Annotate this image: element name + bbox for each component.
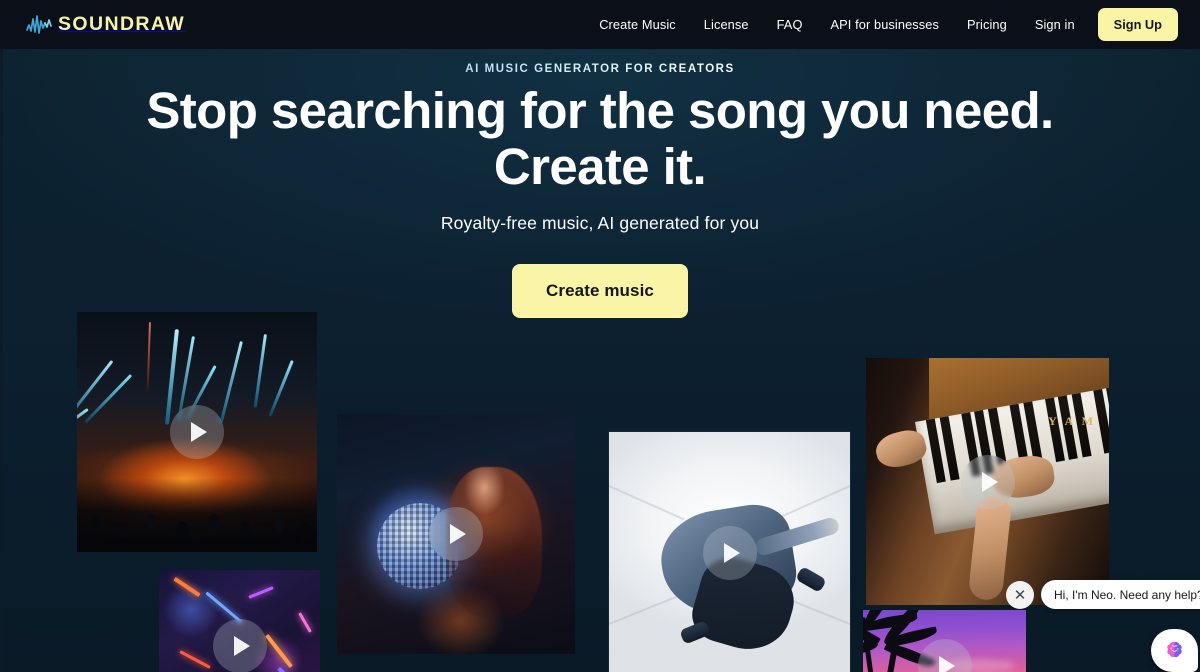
chat-greeting-text: Hi, I'm Neo. Need any help? bbox=[1054, 587, 1200, 602]
disco-ball-video-card[interactable] bbox=[337, 414, 575, 654]
play-icon[interactable] bbox=[429, 507, 483, 561]
concert-laser-video-card[interactable] bbox=[77, 312, 317, 552]
chat-greeting-bubble[interactable]: Hi, I'm Neo. Need any help? bbox=[1041, 580, 1200, 609]
hero-section: AI MUSIC GENERATOR FOR CREATORS Stop sea… bbox=[0, 49, 1200, 672]
site-header: SOUNDRAW Create Music License FAQ API fo… bbox=[0, 0, 1200, 49]
breakdancer-video-card[interactable] bbox=[609, 432, 850, 672]
nav-link-create-music[interactable]: Create Music bbox=[585, 11, 690, 38]
headline-line-1: Stop searching for the song you need. bbox=[146, 82, 1054, 139]
pianist-hand bbox=[872, 426, 930, 472]
nav-link-pricing[interactable]: Pricing bbox=[953, 11, 1021, 38]
play-icon[interactable] bbox=[212, 618, 267, 672]
nav-link-license[interactable]: License bbox=[690, 11, 763, 38]
dancer-shoe bbox=[795, 565, 827, 593]
waveform-icon bbox=[26, 14, 52, 34]
logo-text: SOUNDRAW bbox=[58, 12, 186, 35]
nav-link-faq[interactable]: FAQ bbox=[763, 11, 817, 38]
nav-link-sign-in[interactable]: Sign in bbox=[1021, 11, 1089, 38]
page-root: SOUNDRAW Create Music License FAQ API fo… bbox=[0, 0, 1200, 672]
hero-eyebrow: AI MUSIC GENERATOR FOR CREATORS bbox=[0, 63, 1200, 75]
create-music-button[interactable]: Create music bbox=[512, 264, 688, 318]
main-nav: Create Music License FAQ API for busines… bbox=[585, 8, 1178, 41]
hero-subheadline: Royalty-free music, AI generated for you bbox=[440, 213, 760, 233]
dancer-shoe bbox=[679, 620, 712, 645]
logo[interactable]: SOUNDRAW bbox=[26, 14, 185, 36]
piano-video-card[interactable]: Y A M bbox=[866, 358, 1109, 605]
nav-link-api-for-businesses[interactable]: API for businesses bbox=[817, 11, 954, 38]
hero-cta-wrapper: Create music bbox=[0, 264, 1200, 318]
night-city-video-card[interactable] bbox=[159, 570, 320, 672]
page-title: Stop searching for the song you need. Cr… bbox=[0, 82, 1200, 196]
tropical-sunset-video-card[interactable] bbox=[863, 610, 1026, 672]
headline-line-2: Create it. bbox=[493, 138, 707, 196]
play-icon[interactable] bbox=[702, 525, 757, 580]
play-icon[interactable] bbox=[170, 405, 224, 459]
brain-icon bbox=[1167, 641, 1182, 658]
sign-up-button[interactable]: Sign Up bbox=[1097, 8, 1178, 41]
crowd-silhouette bbox=[77, 478, 317, 552]
chat-launcher-button[interactable] bbox=[1151, 629, 1198, 672]
piano-brand-text: Y A M bbox=[1048, 414, 1096, 428]
play-icon[interactable] bbox=[960, 454, 1015, 509]
chat-close-button[interactable]: ✕ bbox=[1006, 581, 1034, 609]
